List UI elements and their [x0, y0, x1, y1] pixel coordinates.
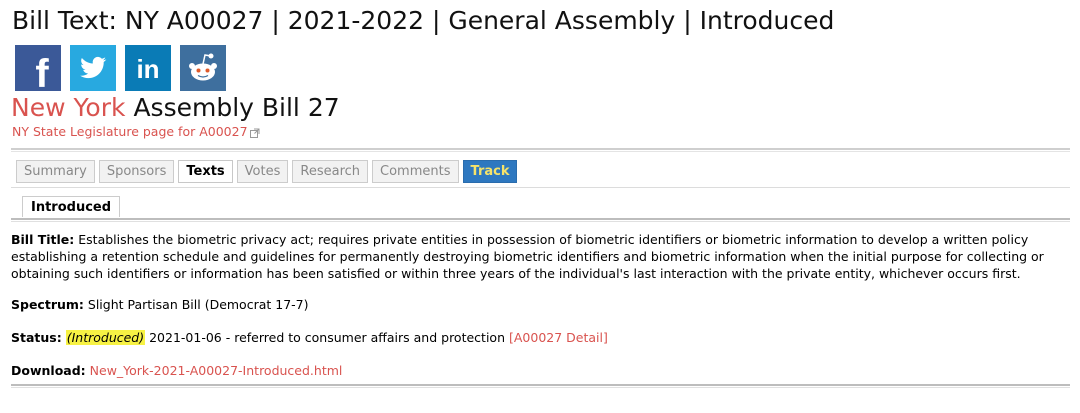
- spectrum-text: Slight Partisan Bill (Democrat 17-7): [87, 297, 309, 312]
- bill-tabs: Summary Sponsors Texts Votes Research Co…: [16, 160, 518, 183]
- linkedin-icon-letters: in: [136, 54, 159, 84]
- tab-introduced[interactable]: Introduced: [22, 196, 121, 217]
- spectrum-label: Spectrum:: [11, 297, 84, 312]
- social-share-bar: f in: [15, 45, 226, 91]
- download-link[interactable]: New_York-2021-A00027-Introduced.html: [90, 363, 343, 378]
- divider: [11, 187, 1070, 188]
- twitter-share-button[interactable]: [70, 45, 116, 91]
- legislature-link-label: NY State Legislature page for A00027: [12, 124, 248, 139]
- track-button[interactable]: Track: [462, 160, 518, 183]
- twitter-icon: [70, 45, 116, 91]
- status-label: Status:: [11, 330, 62, 345]
- divider: [11, 148, 1070, 150]
- bill-title-label: Bill Title:: [11, 232, 75, 247]
- status-text: 2021-01-06 - referred to consumer affair…: [149, 330, 505, 345]
- divider: [11, 384, 1070, 386]
- legislature-page-link[interactable]: NY State Legislature page for A00027: [12, 124, 260, 139]
- facebook-icon: f: [15, 45, 61, 91]
- spectrum-row: Spectrum: Slight Partisan Bill (Democrat…: [11, 296, 309, 313]
- state-name[interactable]: New York: [11, 93, 125, 122]
- bill-title-text: Establishes the biometric privacy act; r…: [11, 232, 1044, 281]
- tab-summary[interactable]: Summary: [16, 160, 95, 183]
- reddit-icon: [180, 45, 226, 91]
- page-title: Bill Text: NY A00027 | 2021-2022 | Gener…: [12, 6, 835, 35]
- tab-votes[interactable]: Votes: [236, 160, 289, 183]
- status-badge: (Introduced): [65, 330, 146, 345]
- status-row: Status: (Introduced) 2021-01-06 - referr…: [11, 329, 608, 346]
- bill-name: Assembly Bill 27: [133, 93, 340, 122]
- tab-research[interactable]: Research: [292, 160, 369, 183]
- divider: [11, 221, 1070, 222]
- bill-heading: New York Assembly Bill 27: [11, 93, 340, 122]
- download-label: Download:: [11, 363, 86, 378]
- linkedin-icon: in: [125, 45, 171, 91]
- bill-details: Bill Title: Establishes the biometric pr…: [11, 231, 1071, 378]
- reddit-share-button[interactable]: [180, 45, 226, 91]
- download-row: Download: New_York-2021-A00027-Introduce…: [11, 362, 342, 379]
- facebook-share-button[interactable]: f: [15, 45, 61, 91]
- divider: [11, 151, 1070, 152]
- tab-sponsors[interactable]: Sponsors: [98, 160, 175, 183]
- divider: [11, 387, 1070, 388]
- bill-title-row: Bill Title: Establishes the biometric pr…: [11, 231, 1071, 282]
- linkedin-share-button[interactable]: in: [125, 45, 171, 91]
- facebook-icon-letter: f: [35, 52, 49, 91]
- bill-detail-link[interactable]: [A00027 Detail]: [509, 330, 608, 345]
- tab-texts[interactable]: Texts: [178, 160, 233, 183]
- tab-comments[interactable]: Comments: [372, 160, 459, 183]
- external-link-icon: [249, 128, 260, 138]
- divider: [11, 218, 1070, 220]
